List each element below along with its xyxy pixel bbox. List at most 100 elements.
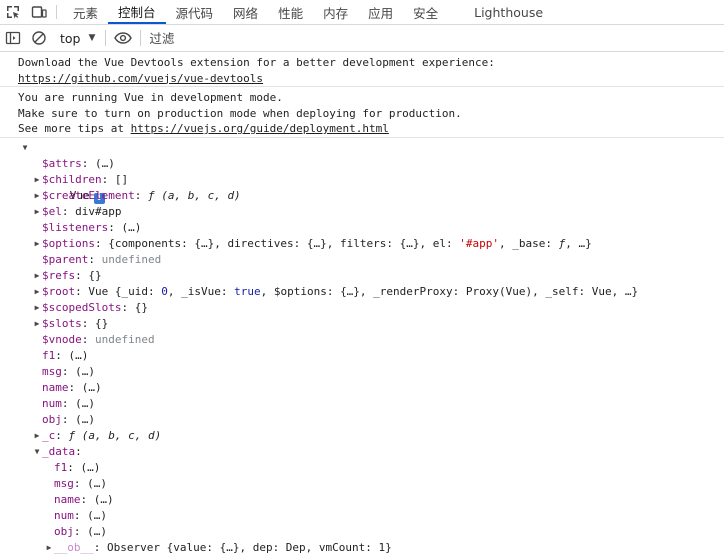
eye-icon[interactable] bbox=[110, 25, 136, 51]
tab-5[interactable]: 内存 bbox=[313, 0, 358, 24]
collapsed-arrow-icon[interactable]: ▶ bbox=[32, 172, 42, 188]
tab-list: 元素 控制台 源代码 网络 性能 内存 应用 安全 Lighthouse bbox=[63, 0, 553, 24]
collapsed-arrow-icon[interactable]: ▶ bbox=[32, 428, 42, 444]
key-separator: : bbox=[108, 221, 122, 234]
property-value[interactable]: (…) bbox=[75, 397, 95, 410]
collapsed-arrow-icon[interactable]: ▶ bbox=[32, 188, 42, 204]
property-value[interactable]: (…) bbox=[87, 477, 107, 490]
inspect-element-icon[interactable] bbox=[0, 0, 26, 24]
key-separator: : bbox=[61, 413, 76, 426]
key-separator: : bbox=[73, 509, 88, 522]
collapsed-arrow-icon[interactable]: ▶ bbox=[32, 236, 42, 252]
property-value[interactable]: (…) bbox=[75, 413, 95, 426]
property-value[interactable]: (…) bbox=[87, 509, 107, 522]
collapsed-arrow-icon[interactable]: ▶ bbox=[32, 284, 42, 300]
tree-row-vnode: $vnode: undefined bbox=[0, 332, 724, 348]
tree-row-__ob__[interactable]: ▶ __ob__: Observer {value: {…}, dep: Dep,… bbox=[0, 540, 724, 556]
tree-row-root[interactable]: ▶ $root: Vue {_uid: 0, _isVue: true, $opt… bbox=[0, 284, 724, 300]
property-value: undefined bbox=[95, 333, 155, 346]
tree-row-num: num: (…) bbox=[0, 396, 724, 412]
tree-row-msg: msg: (…) bbox=[0, 364, 724, 380]
tree-row-f1: f1: (…) bbox=[0, 460, 724, 476]
tab-8[interactable]: Lighthouse bbox=[464, 0, 553, 24]
tab-2[interactable]: 源代码 bbox=[166, 0, 224, 24]
key-separator: : bbox=[73, 525, 88, 538]
property-value: Observer {value: {…}, dep: Dep, vmCount:… bbox=[107, 541, 392, 554]
collapsed-arrow-icon[interactable]: ▶ bbox=[44, 540, 54, 556]
tab-4[interactable]: 性能 bbox=[268, 0, 313, 24]
tree-row-createElement[interactable]: ▶ $createElement: ƒ (a, b, c, d) bbox=[0, 188, 724, 204]
tab-7[interactable]: 安全 bbox=[403, 0, 448, 24]
tab-3[interactable]: 网络 bbox=[223, 0, 268, 24]
message-text: See more tips at bbox=[18, 122, 131, 135]
tree-row-_c[interactable]: ▶ _c: ƒ (a, b, c, d) bbox=[0, 428, 724, 444]
filter-input[interactable] bbox=[145, 27, 446, 49]
tree-row-num: num: (…) bbox=[0, 508, 724, 524]
tree-row-options[interactable]: ▶ $options: {components: {…}, directives:… bbox=[0, 236, 724, 252]
property-key: num bbox=[42, 397, 62, 410]
tree-row-name: name: (…) bbox=[0, 492, 724, 508]
key-separator: : bbox=[81, 157, 95, 170]
expanded-arrow-icon[interactable]: ▼ bbox=[20, 140, 30, 156]
device-toolbar-icon[interactable] bbox=[26, 0, 52, 24]
property-value: {components: {…}, directives: {…}, filte… bbox=[108, 237, 592, 250]
collapsed-arrow-icon[interactable]: ▶ bbox=[32, 268, 42, 284]
property-key: obj bbox=[54, 525, 74, 538]
console-toolbar: top ▼ bbox=[0, 25, 724, 52]
property-key: name bbox=[54, 493, 81, 506]
property-value[interactable]: (…) bbox=[81, 461, 101, 474]
property-key: $parent bbox=[42, 253, 89, 266]
console-message-devtools: Download the Vue Devtools extension for … bbox=[0, 53, 724, 87]
tree-row-scopedSlots[interactable]: ▶ $scopedSlots: {} bbox=[0, 300, 724, 316]
property-value: Vue {_uid: 0, _isVue: true, $options: {…… bbox=[88, 285, 639, 298]
tree-row-_data[interactable]: ▼ _data: bbox=[0, 444, 724, 460]
expanded-arrow-icon[interactable]: ▼ bbox=[32, 444, 42, 460]
key-separator: : bbox=[81, 333, 95, 346]
devtools-tab-bar: 元素 控制台 源代码 网络 性能 内存 应用 安全 Lighthouse bbox=[0, 0, 724, 25]
vue-devtools-link[interactable]: https://github.com/vuejs/vue-devtools bbox=[18, 72, 263, 85]
tab-6[interactable]: 应用 bbox=[358, 0, 403, 24]
property-key: num bbox=[54, 509, 74, 522]
property-value[interactable]: (…) bbox=[94, 493, 114, 506]
property-key: name bbox=[42, 381, 69, 394]
collapsed-arrow-icon[interactable]: ▶ bbox=[32, 316, 42, 332]
property-key: $options bbox=[42, 237, 95, 250]
property-key: _data bbox=[42, 445, 76, 458]
property-value: {} bbox=[134, 301, 148, 314]
tree-row-parent: $parent: undefined bbox=[0, 252, 724, 268]
tab-0[interactable]: 元素 bbox=[63, 0, 108, 24]
property-key: $listeners bbox=[42, 221, 109, 234]
property-key: $el bbox=[42, 205, 62, 218]
clear-console-icon[interactable] bbox=[26, 25, 52, 51]
message-text: Make sure to turn on production mode whe… bbox=[18, 106, 462, 120]
tree-row-el[interactable]: ▶ $el: div#app bbox=[0, 204, 724, 220]
tree-row-slots[interactable]: ▶ $slots: {} bbox=[0, 316, 724, 332]
collapsed-arrow-icon[interactable]: ▶ bbox=[32, 300, 42, 316]
tree-root-row[interactable]: ▼ Vue i bbox=[0, 140, 724, 204]
key-separator: : bbox=[75, 445, 89, 458]
property-key: msg bbox=[42, 365, 62, 378]
context-selector[interactable]: top ▼ bbox=[52, 25, 101, 51]
sidebar-toggle-icon[interactable] bbox=[0, 25, 26, 51]
property-key: msg bbox=[54, 477, 74, 490]
key-separator: : bbox=[67, 461, 81, 474]
property-value[interactable]: (…) bbox=[87, 525, 107, 538]
message-text: You are running Vue in development mode. bbox=[18, 91, 283, 104]
property-key: $attrs bbox=[42, 157, 82, 170]
tree-row-children[interactable]: ▶ $children: [] bbox=[0, 172, 724, 188]
collapsed-arrow-icon[interactable]: ▶ bbox=[32, 204, 42, 220]
property-key: __ob__ bbox=[54, 541, 94, 554]
property-value: [] bbox=[114, 173, 129, 186]
property-value[interactable]: (…) bbox=[121, 221, 141, 234]
tree-row-refs[interactable]: ▶ $refs: {} bbox=[0, 268, 724, 284]
property-value[interactable]: (…) bbox=[69, 349, 89, 362]
key-separator: : bbox=[93, 541, 107, 554]
tree-row-msg: msg: (…) bbox=[0, 476, 724, 492]
property-value[interactable]: (…) bbox=[75, 365, 95, 378]
deployment-guide-link[interactable]: https://vuejs.org/guide/deployment.html bbox=[131, 122, 389, 135]
property-value[interactable]: (…) bbox=[82, 381, 102, 394]
tab-1[interactable]: 控制台 bbox=[108, 0, 166, 24]
tree-row-name: name: (…) bbox=[0, 380, 724, 396]
property-value[interactable]: (…) bbox=[95, 157, 115, 170]
property-key: $slots bbox=[42, 317, 82, 330]
